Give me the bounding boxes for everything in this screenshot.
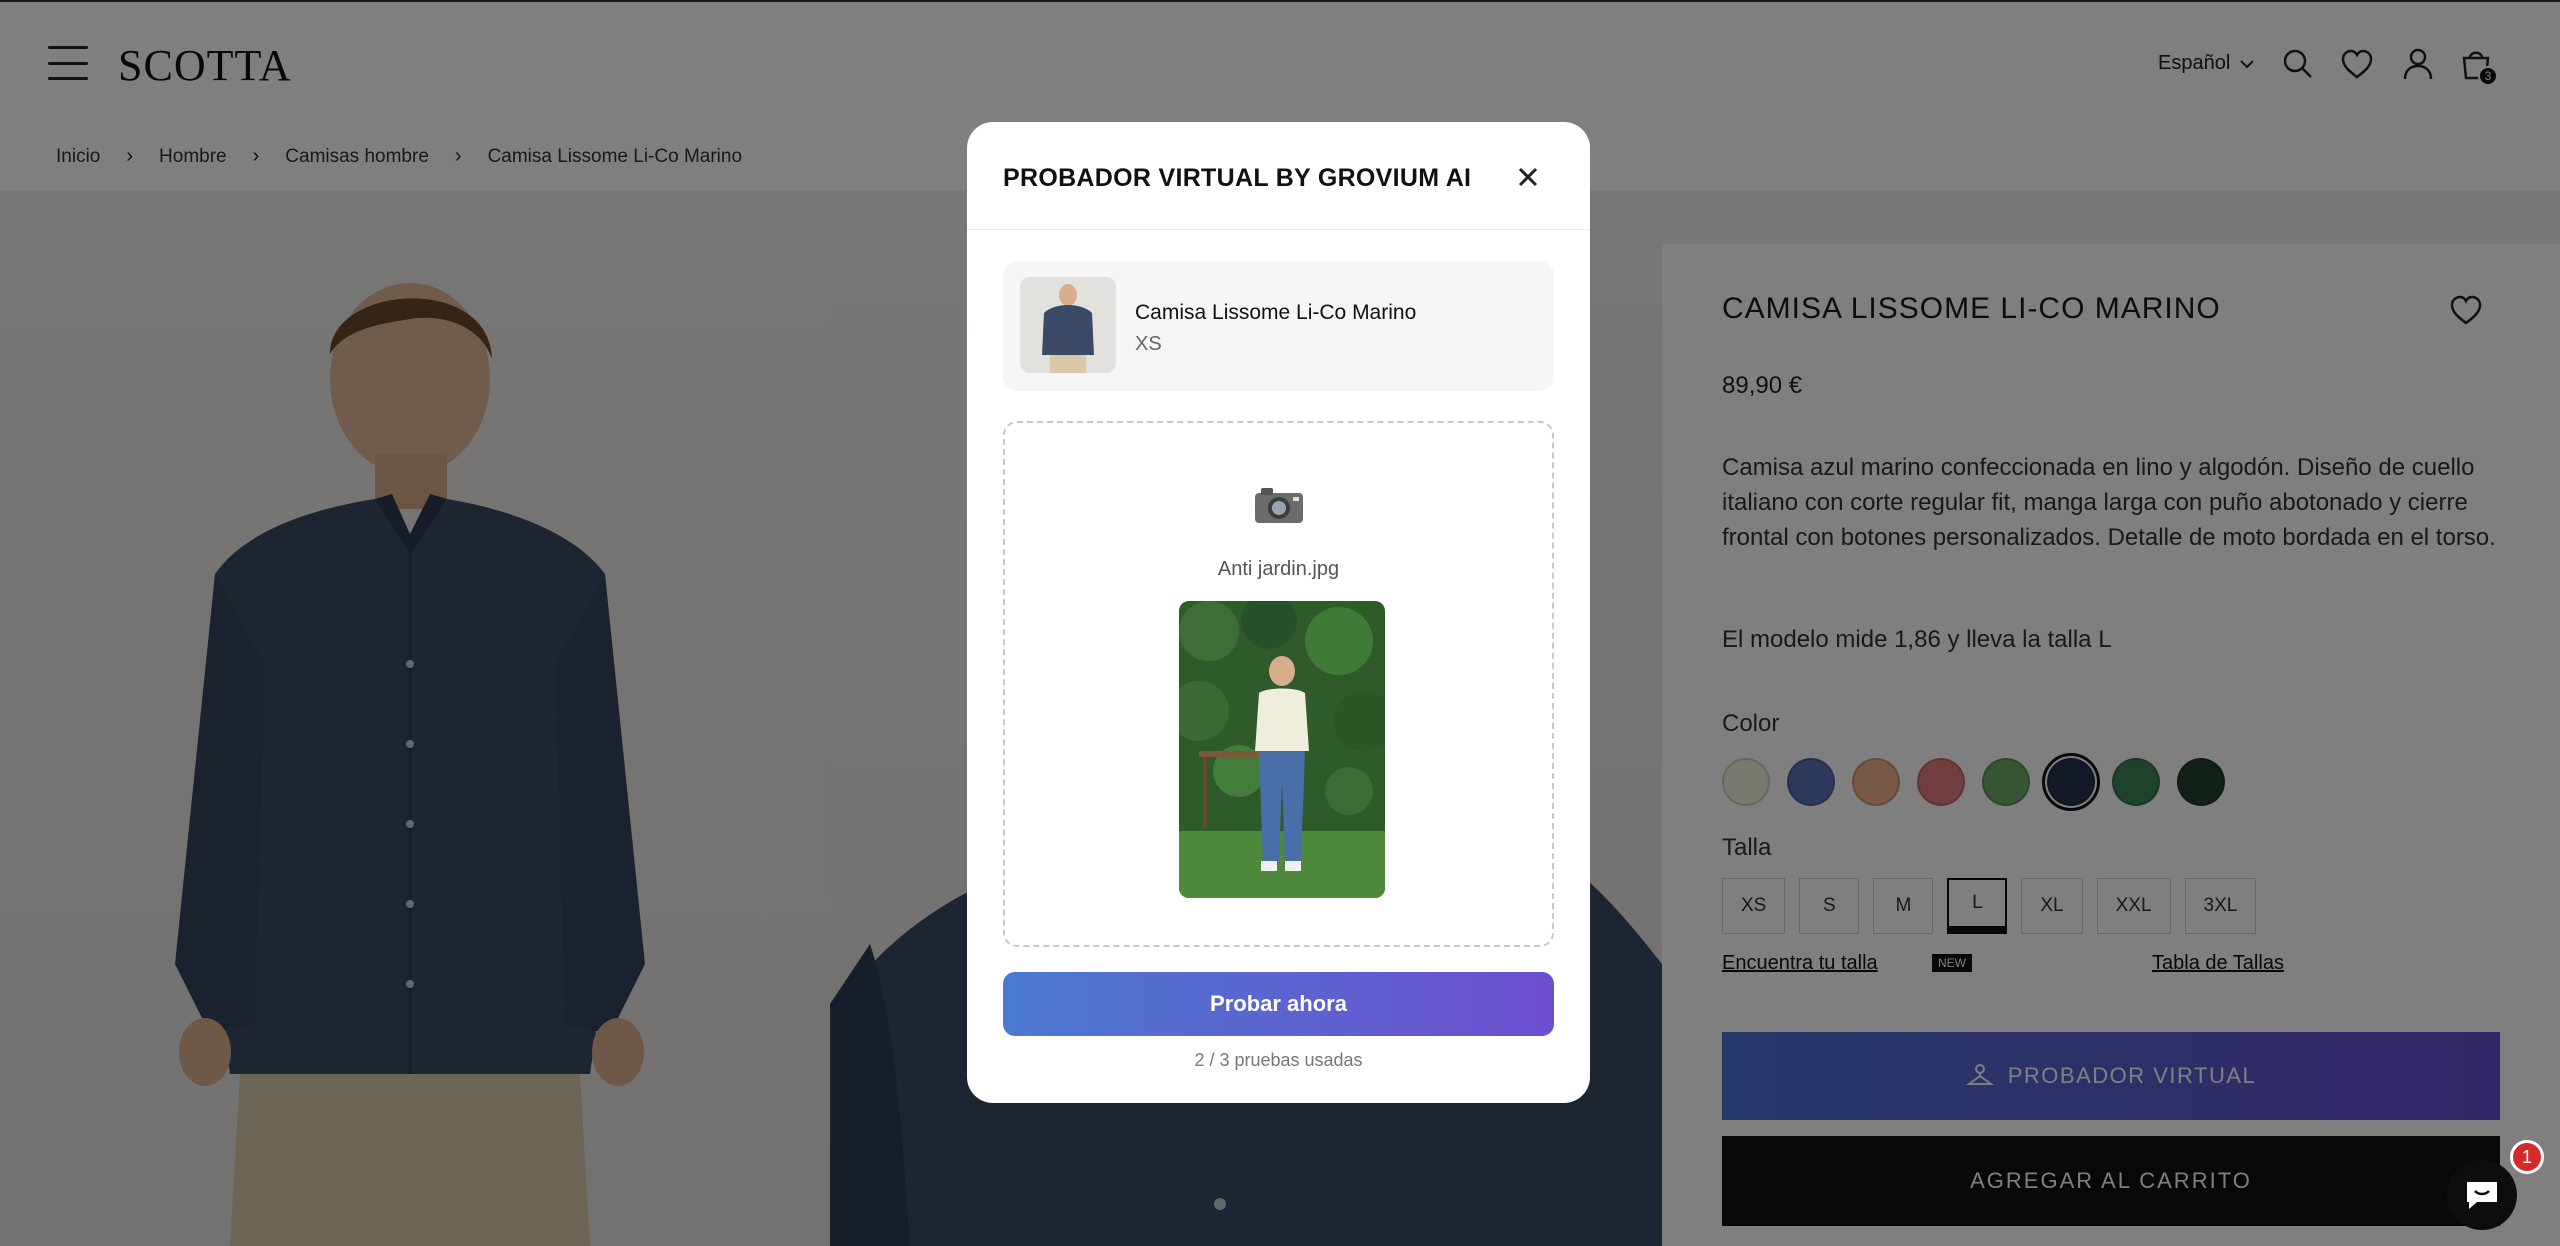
uploaded-photo-preview <box>1179 601 1385 898</box>
camera-icon <box>1255 488 1303 523</box>
virtual-tryon-modal: PROBADOR VIRTUAL BY GROVIUM AI Camisa Li… <box>967 122 1590 1103</box>
modal-title: PROBADOR VIRTUAL BY GROVIUM AI <box>1003 164 1472 192</box>
product-name: Camisa Lissome Li-Co Marino <box>1135 301 1417 324</box>
usage-counter: 2 / 3 pruebas usadas <box>1194 1050 1363 1070</box>
selected-product-card: Camisa Lissome Li-Co Marino XS <box>1003 261 1554 391</box>
chat-bubble-icon <box>2467 1182 2497 1209</box>
try-now-button[interactable]: Probar ahora <box>1003 972 1554 1036</box>
close-icon[interactable] <box>1513 162 1543 192</box>
modal-header: PROBADOR VIRTUAL BY GROVIUM AI <box>967 122 1590 230</box>
chat-button[interactable] <box>2447 1160 2517 1230</box>
product-size: XS <box>1135 333 1162 355</box>
photo-upload-area[interactable]: Anti jardin.jpg <box>1003 421 1554 947</box>
product-thumbnail <box>1020 277 1116 373</box>
chat-notification-badge: 1 <box>2510 1140 2544 1174</box>
uploaded-filename: Anti jardin.jpg <box>1217 558 1340 580</box>
